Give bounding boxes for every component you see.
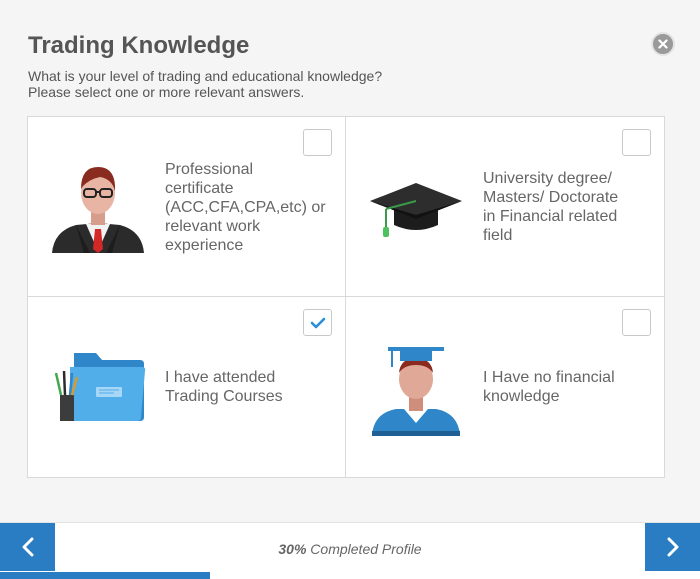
graduate-person-icon	[372, 347, 460, 436]
option-label-line: Trading Courses	[165, 388, 283, 405]
progress-status: 30% Completed Profile	[0, 541, 700, 557]
footer-bar: 30% Completed Profile	[0, 522, 700, 579]
option-label-line: relevant work	[165, 218, 261, 235]
options-grid: Professional certificate (ACC,CFA,CPA,et…	[27, 116, 665, 478]
option-checkbox[interactable]	[622, 309, 651, 336]
option-label-line: certificate	[165, 180, 234, 197]
option-label-line: Masters/ Doctorate	[483, 189, 619, 206]
option-professional-certificate[interactable]: Professional certificate (ACC,CFA,CPA,et…	[28, 117, 346, 297]
option-label-line: I Have no financial	[483, 369, 615, 386]
option-label: I have attended Trading Courses	[165, 368, 330, 406]
option-label: I Have no financial knowledge	[483, 368, 648, 406]
folder-icon	[54, 353, 146, 421]
close-button[interactable]	[651, 32, 675, 56]
next-button[interactable]	[645, 523, 700, 571]
option-no-financial-knowledge[interactable]: I Have no financial knowledge	[346, 297, 664, 477]
option-label-line: University degree/	[483, 170, 612, 187]
option-label-line: I have attended	[165, 369, 276, 386]
option-checkbox[interactable]	[303, 309, 332, 336]
question-line-1: What is your level of trading and educat…	[28, 68, 383, 84]
question-text: What is your level of trading and educat…	[28, 68, 382, 100]
option-university-degree[interactable]: University degree/ Masters/ Doctorate in…	[346, 117, 664, 297]
chevron-right-icon	[667, 537, 678, 557]
checkmark-icon	[310, 317, 325, 328]
progress-percent: 30%	[278, 541, 307, 557]
progress-label: Completed Profile	[306, 541, 422, 557]
option-trading-courses[interactable]: I have attended Trading Courses	[28, 297, 346, 477]
option-checkbox[interactable]	[303, 129, 332, 156]
progress-track	[0, 572, 700, 579]
question-line-2: Please select one or more relevant answe…	[28, 84, 305, 100]
option-label-line: knowledge	[483, 388, 560, 405]
option-checkbox[interactable]	[622, 129, 651, 156]
option-label-line: field	[483, 227, 513, 244]
option-label: Professional certificate (ACC,CFA,CPA,et…	[165, 160, 330, 255]
progress-fill	[0, 572, 210, 579]
graduation-cap-icon	[370, 183, 462, 237]
option-label-line: experience	[165, 237, 244, 254]
option-label-line: (ACC,CFA,CPA,etc) or	[165, 199, 326, 216]
option-label: University degree/ Masters/ Doctorate in…	[483, 169, 648, 245]
professional-person-icon	[52, 167, 144, 253]
option-label-line: in Financial related	[483, 208, 618, 225]
close-icon	[658, 39, 668, 49]
option-label-line: Professional	[165, 161, 254, 178]
page-title: Trading Knowledge	[28, 32, 250, 59]
